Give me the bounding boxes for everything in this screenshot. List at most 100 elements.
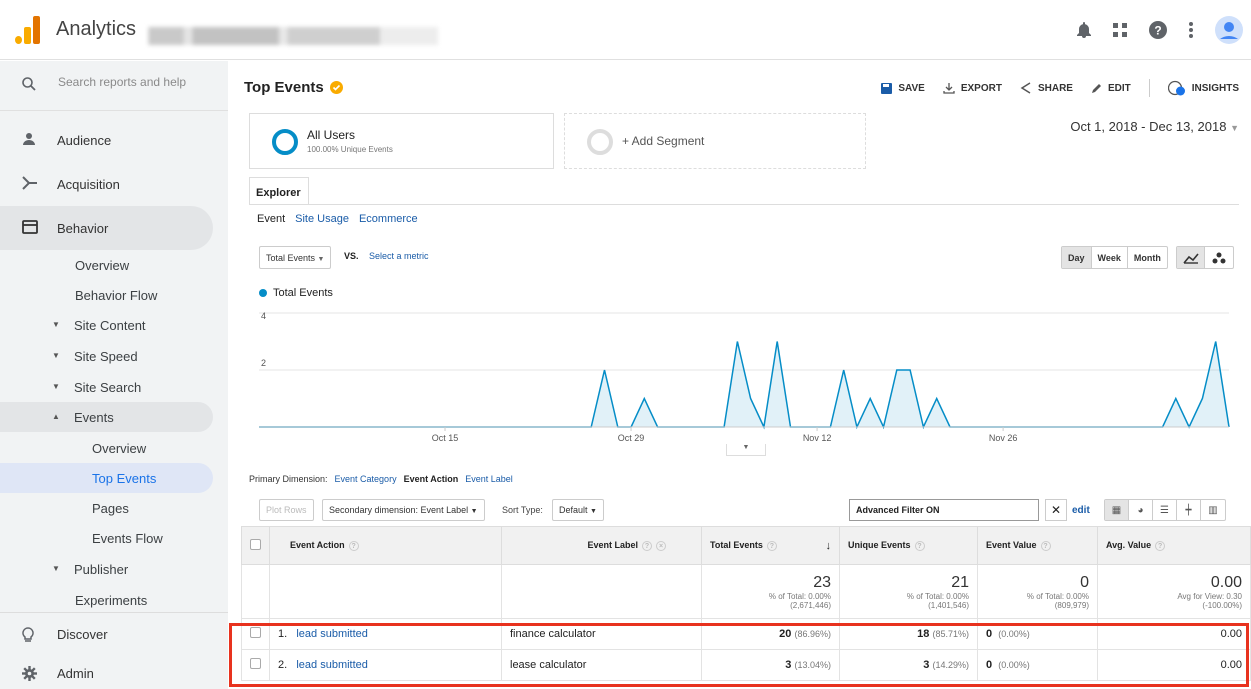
sidebar-sub-site-content[interactable]: ▼ Site Content [0, 310, 213, 340]
help-icon[interactable]: ? [642, 541, 652, 551]
help-icon[interactable]: ? [1149, 21, 1167, 39]
sort-desc-arrow-icon: ↓ [825, 539, 832, 552]
subtab-event[interactable]: Event [257, 213, 285, 225]
help-icon[interactable]: ? [348, 541, 359, 551]
gear-icon [22, 666, 37, 681]
sidebar-sub-top-events[interactable]: Top Events [0, 463, 213, 493]
primary-dimension-bar: Primary Dimension: Event Category Event … [249, 474, 513, 484]
save-button[interactable]: SAVE [881, 82, 925, 94]
y-tick-label: 4 [261, 311, 266, 321]
sidebar-item-acquisition[interactable]: Acquisition [0, 162, 228, 206]
sidebar-sub-behavior-flow[interactable]: Behavior Flow [0, 280, 213, 310]
subtab-ecommerce[interactable]: Ecommerce [359, 213, 418, 225]
sidebar-sub-overview[interactable]: Overview [0, 250, 213, 280]
account-selector[interactable] [148, 27, 438, 45]
sidebar-sub-events-overview[interactable]: Overview [0, 433, 213, 463]
x-tick-label: Oct 29 [618, 433, 645, 443]
line-chart-icon [1182, 252, 1199, 264]
sidebar-sub-site-speed[interactable]: ▼ Site Speed [0, 341, 213, 371]
secondary-dimension-dropdown[interactable]: Secondary dimension: Event Label ▼ [322, 499, 485, 521]
help-icon[interactable]: ? [1155, 541, 1166, 551]
sidebar-item-audience[interactable]: Audience [0, 118, 228, 162]
sidebar-sub-events[interactable]: ▲ Events [0, 402, 213, 432]
chart-legend: Total Events [259, 287, 333, 299]
analytics-logo[interactable] [15, 16, 41, 44]
sidebar-item-behavior[interactable]: Behavior [0, 206, 213, 250]
segment-all-users[interactable]: All Users 100.00% Unique Events [249, 113, 554, 169]
help-icon[interactable]: ? [914, 541, 925, 551]
help-icon[interactable]: ? [1040, 541, 1051, 551]
search-input[interactable] [58, 75, 218, 89]
advanced-filter-field[interactable]: Advanced Filter ON [849, 499, 1039, 521]
more-vert-icon[interactable] [1189, 22, 1193, 38]
save-icon [881, 82, 893, 94]
pie-view-button[interactable]: ◕ [1129, 500, 1153, 520]
sidebar-sub-publisher[interactable]: ▼ Publisher [0, 554, 213, 584]
sort-type-dropdown[interactable]: Default ▼ [552, 499, 604, 521]
header-event-action[interactable]: Event Action? [269, 526, 502, 565]
total-events-chart: 2 4 Oct 15 Oct 29 Nov 12 Nov 26 [259, 311, 1230, 443]
sidebar-sub-pages[interactable]: Pages [0, 493, 213, 523]
plot-rows-button[interactable]: Plot Rows [259, 499, 314, 521]
totals-row: 23% of Total: 0.00% (2,671,446) 21% of To… [241, 564, 1251, 619]
event-action-link[interactable]: lead submitted [296, 659, 368, 671]
chevron-down-icon: ▼ [590, 508, 597, 515]
avg-value-total: 0.00 Avg for View: 0.30 (-100.00%) [1097, 564, 1251, 619]
clear-filter-button[interactable]: ✕ [1045, 499, 1067, 521]
sidebar-item-admin[interactable]: Admin [0, 658, 228, 688]
sidebar-sub-events-flow[interactable]: Events Flow [0, 523, 213, 553]
help-icon[interactable]: ? [766, 540, 777, 551]
acquisition-icon [22, 176, 37, 190]
select-all-checkbox[interactable] [250, 539, 261, 550]
period-month-button[interactable]: Month [1128, 247, 1167, 268]
share-button[interactable]: SHARE [1020, 82, 1073, 94]
period-week-button[interactable]: Week [1092, 247, 1128, 268]
y-tick-label: 2 [261, 358, 266, 368]
comparison-view-button[interactable]: ┿ [1177, 500, 1201, 520]
event-action-link[interactable]: lead submitted [296, 628, 368, 640]
dimension-event-action[interactable]: Event Action [404, 474, 459, 484]
dimension-event-label[interactable]: Event Label [465, 474, 513, 484]
export-button[interactable]: EXPORT [943, 82, 1002, 94]
row-checkbox[interactable] [250, 627, 261, 638]
insights-icon [1167, 80, 1185, 96]
expand-arrow-icon: ▼ [52, 564, 60, 573]
select-metric-link[interactable]: Select a metric [369, 251, 429, 261]
sidebar-item-discover[interactable]: Discover [0, 612, 228, 656]
sidebar-item-label: Discover [57, 627, 108, 642]
edit-filter-link[interactable]: edit [1072, 505, 1090, 516]
add-segment-button[interactable]: + Add Segment [564, 113, 866, 169]
bell-icon[interactable] [1077, 22, 1091, 38]
subtab-site-usage[interactable]: Site Usage [295, 213, 349, 225]
header-total-events[interactable]: Total Events? ↓ [701, 526, 840, 565]
series-area [259, 341, 1229, 427]
comparison-icon: ┿ [1185, 504, 1192, 516]
motion-chart-button[interactable] [1205, 247, 1233, 268]
sort-type-label: Sort Type: [502, 505, 543, 515]
insights-button[interactable]: INSIGHTS [1167, 80, 1239, 96]
row-checkbox[interactable] [250, 658, 261, 669]
pivot-icon: ▥ [1208, 504, 1218, 516]
performance-view-button[interactable]: ☰ [1153, 500, 1177, 520]
chart-collapse-handle[interactable]: ▼ [726, 444, 766, 456]
data-table-view-button[interactable]: ▦ [1105, 500, 1129, 520]
tab-explorer[interactable]: Explorer [249, 177, 309, 205]
search-box[interactable] [0, 61, 228, 111]
sidebar-sub-site-search[interactable]: ▼ Site Search [0, 372, 213, 402]
metric-selector[interactable]: Total Events ▼ [259, 246, 332, 269]
dimension-event-category[interactable]: Event Category [335, 474, 397, 484]
header-event-label[interactable]: Event Label? × [501, 526, 702, 565]
edit-button[interactable]: EDIT [1091, 83, 1131, 94]
pivot-view-button[interactable]: ▥ [1201, 500, 1225, 520]
period-day-button[interactable]: Day [1062, 247, 1092, 268]
header-avg-value[interactable]: Avg. Value? [1097, 526, 1251, 565]
date-range-picker[interactable]: Oct 1, 2018 - Dec 13, 2018 ▼ [1070, 119, 1239, 134]
remove-column-icon[interactable]: × [656, 541, 666, 551]
header-unique-events[interactable]: Unique Events? [839, 526, 978, 565]
account-avatar-icon[interactable] [1215, 16, 1243, 44]
line-chart-button[interactable] [1177, 247, 1205, 268]
main-content: Top Events SAVE EXPORT SHARE EDIT INSIGH… [229, 61, 1251, 689]
header-event-value[interactable]: Event Value? [977, 526, 1098, 565]
apps-grid-icon[interactable] [1113, 23, 1127, 37]
sidebar-sub-experiments[interactable]: Experiments [0, 585, 213, 615]
